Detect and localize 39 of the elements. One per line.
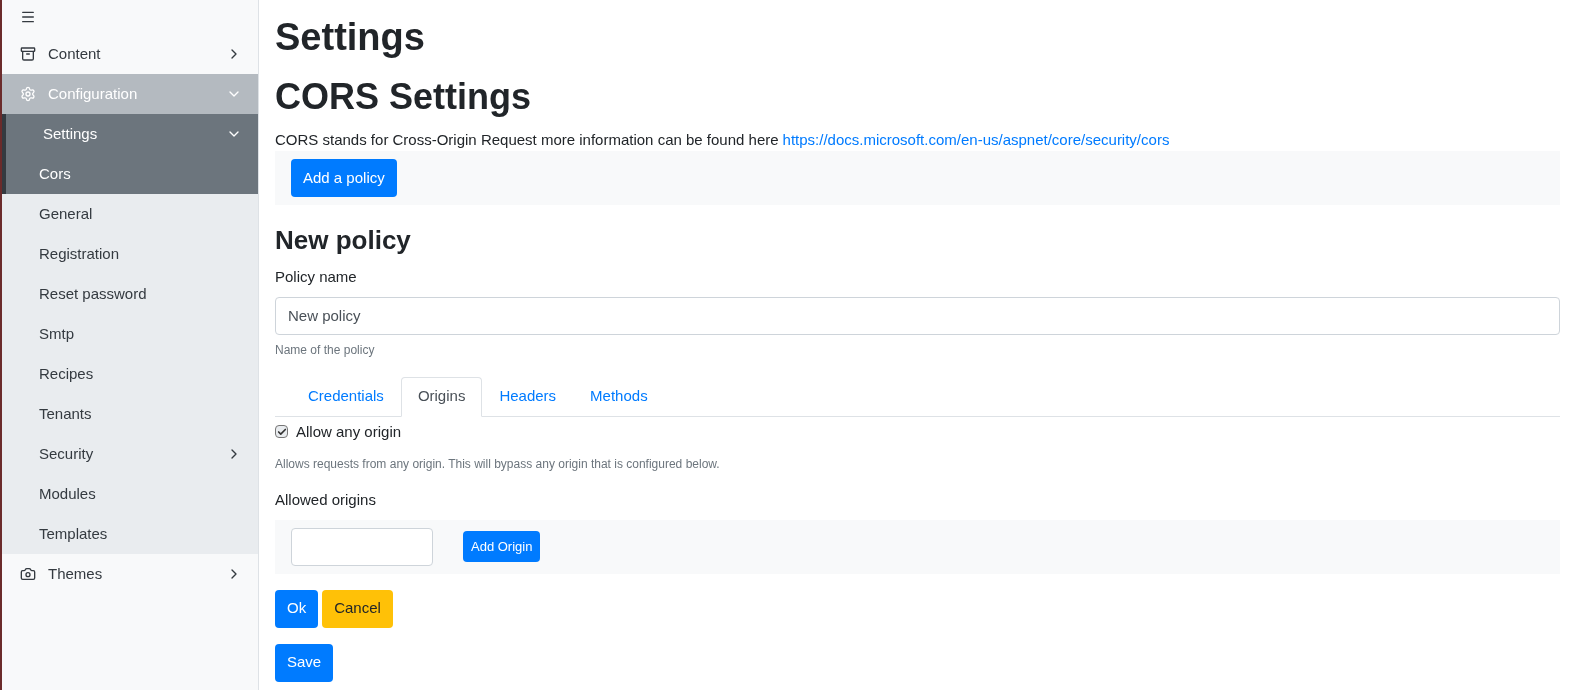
sidebar-subitem[interactable]: Registration	[2, 234, 258, 274]
description-text: CORS stands for Cross-Origin Request more information can be found here	[275, 129, 779, 150]
field-label: Policy name	[275, 267, 357, 287]
help-text: Allows requests from any origin. This will bypass any origin that is configured below.	[275, 456, 720, 473]
camera-icon	[20, 566, 36, 582]
menu-icon[interactable]	[20, 9, 36, 25]
sidebar-subitem[interactable]: Smtp	[2, 314, 258, 354]
docs-link[interactable]: https://docs.microsoft.com/en-us/aspnet/core/security/cors	[782, 128, 1170, 151]
policy-name-field[interactable]: New policy	[275, 296, 1560, 335]
checkbox-label: Allow any origin	[296, 421, 402, 442]
sidebar-subitem[interactable]: Tenants	[2, 394, 258, 434]
sidebar-subitem[interactable]: Cors	[2, 154, 258, 194]
sidebar-subitem[interactable]: Settings	[2, 114, 258, 154]
tab[interactable]: Methods	[573, 376, 665, 417]
add-origin-button[interactable]: Add Origin	[463, 531, 541, 562]
sidebar-subitem[interactable]: Recipes	[2, 354, 258, 394]
cancel-button[interactable]: Cancel	[322, 589, 393, 628]
help-text: Name of the policy	[275, 341, 375, 359]
add-policy-button[interactable]: Add a policy	[291, 159, 397, 197]
sidebar-item[interactable]: Content	[2, 34, 258, 74]
save-button[interactable]: Save	[275, 643, 334, 682]
field-label: Allowed origins	[275, 490, 376, 510]
sidebar-subitem[interactable]: Templates	[2, 514, 258, 554]
archive-icon	[20, 46, 36, 62]
checkbox[interactable]	[275, 425, 288, 439]
sidebar-subitem[interactable]: General	[2, 194, 258, 234]
sidebar-item[interactable]: Themes	[2, 554, 258, 594]
policy-heading: New policy	[275, 224, 411, 257]
sidebar-subitem[interactable]: Security	[2, 434, 258, 474]
section-title: CORS Settings	[275, 74, 532, 119]
ok-button[interactable]: Ok	[275, 589, 319, 628]
origin-input-field[interactable]	[291, 527, 433, 566]
settings-icon	[20, 86, 36, 102]
sidebar-subitem[interactable]: Modules	[2, 474, 258, 514]
sidebar-subitem[interactable]: Reset password	[2, 274, 258, 314]
tab[interactable]: Credentials	[291, 376, 401, 417]
tab[interactable]: Headers	[482, 376, 574, 417]
page-title: Settings	[275, 15, 425, 60]
tab[interactable]: Origins	[400, 376, 483, 417]
